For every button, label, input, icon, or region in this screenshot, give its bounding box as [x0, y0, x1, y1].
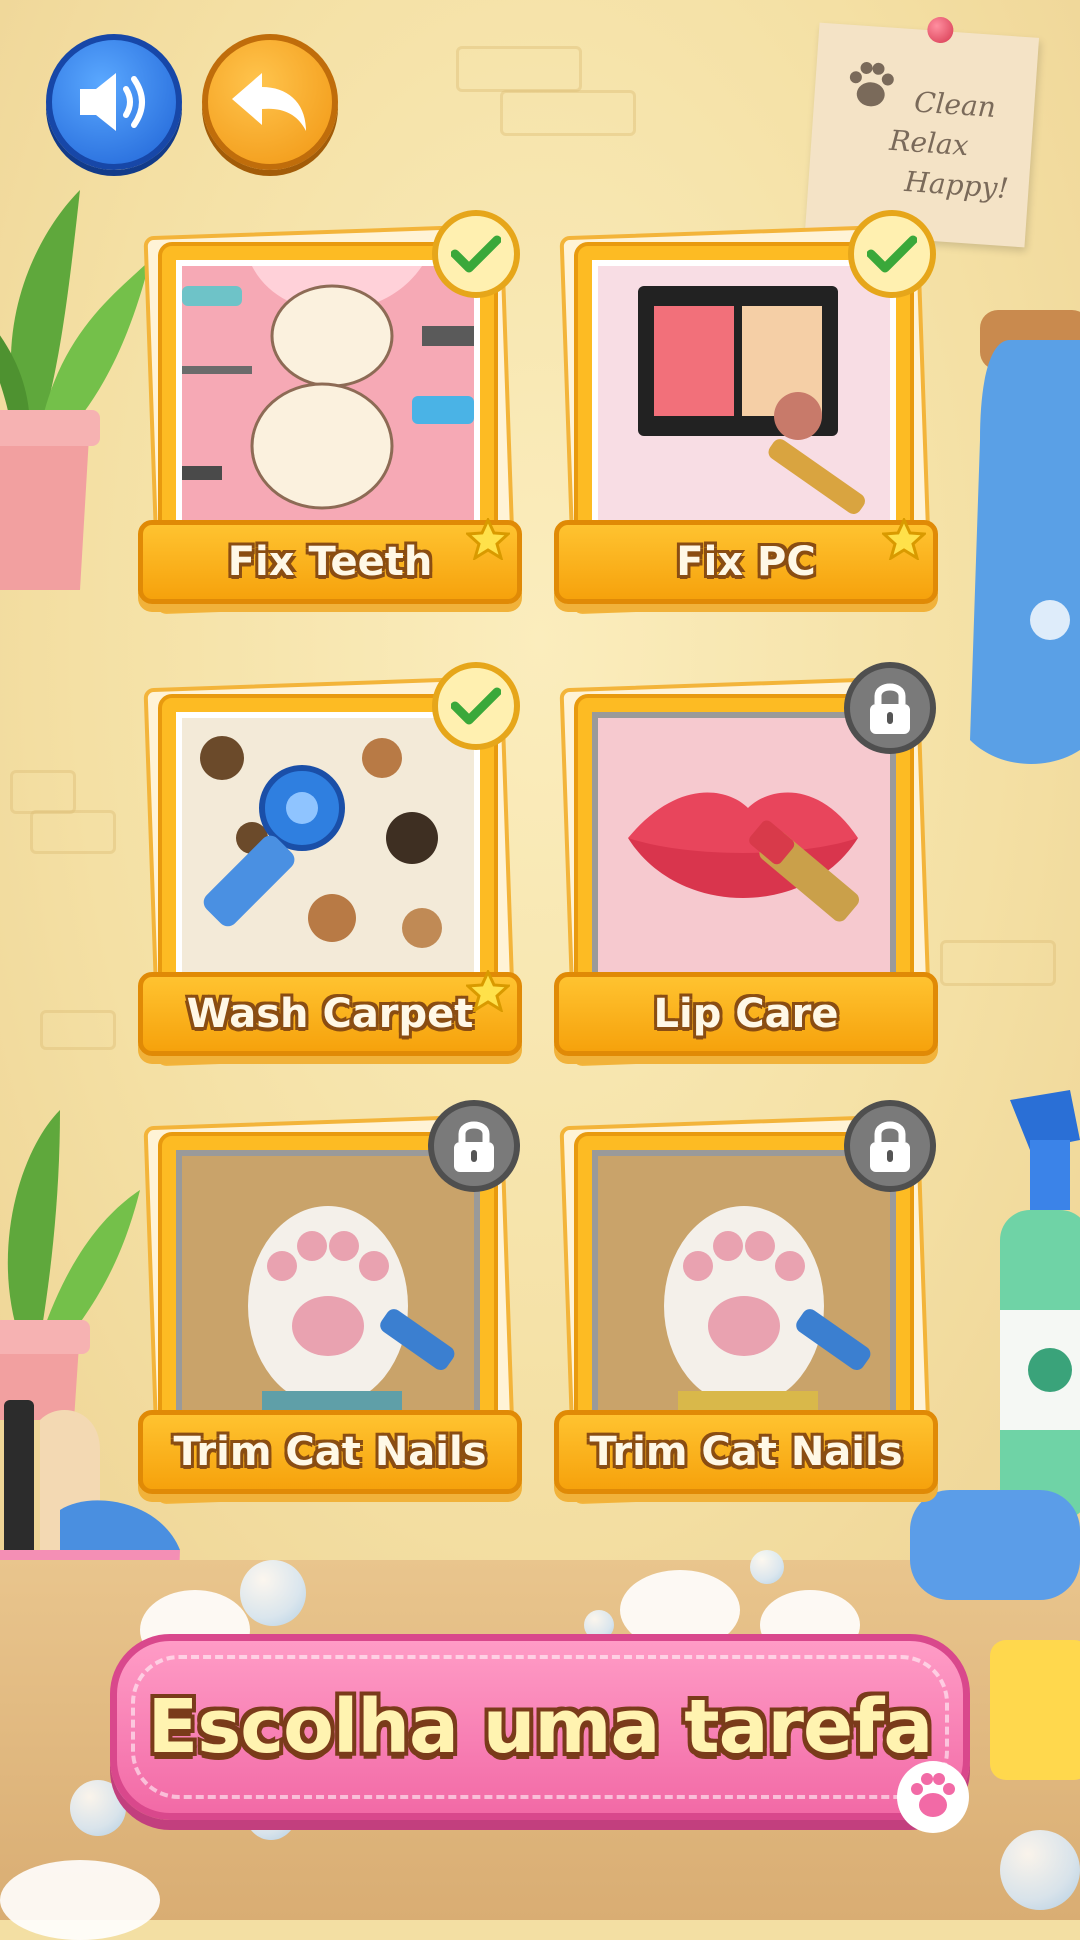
locked-padlock-icon — [428, 1100, 520, 1192]
task-label-banner: Lip Care — [554, 972, 938, 1056]
hanging-blue-towel — [970, 310, 1080, 764]
note-line-relax: Relax — [888, 123, 970, 163]
cat-paw-picture — [592, 1150, 896, 1422]
task-label: Lip Care — [653, 991, 839, 1037]
star-icon — [882, 518, 926, 560]
task-card-fix-pc[interactable]: Fix PC — [554, 210, 938, 638]
note-line-clean: Clean — [913, 85, 997, 125]
task-card-wash-carpet[interactable]: Wash Carpet — [138, 662, 522, 1090]
star-icon — [466, 518, 510, 560]
task-card-lip-care[interactable]: Lip Care — [554, 662, 938, 1090]
locked-padlock-icon — [844, 662, 936, 754]
task-label-banner: Fix PC — [554, 520, 938, 604]
paw-print-icon — [849, 61, 894, 107]
task-card-trim-cat-nails[interactable]: Trim Cat Nails — [554, 1100, 938, 1528]
task-label-banner: Trim Cat Nails — [554, 1410, 938, 1494]
lipstick-picture — [592, 712, 896, 984]
task-label: Trim Cat Nails — [589, 1429, 903, 1475]
wall-brick — [500, 90, 636, 136]
completed-check-icon — [848, 210, 936, 298]
page-title: Escolha uma tarefa — [147, 1684, 934, 1770]
carpet-cleaning-picture — [176, 712, 480, 984]
foam-puff — [0, 1860, 160, 1940]
sponge — [990, 1640, 1080, 1780]
star-icon — [466, 970, 510, 1012]
choose-task-banner: Escolha uma tarefa — [110, 1634, 970, 1833]
wall-brick — [940, 940, 1056, 986]
wall-brick — [40, 1010, 116, 1050]
undo-arrow-icon — [232, 73, 306, 131]
wall-brick — [30, 810, 116, 854]
makeup-palette-picture — [592, 260, 896, 532]
sound-button[interactable] — [46, 34, 182, 170]
teeth-cleaning-picture — [176, 260, 480, 532]
task-label-banner: Fix Teeth — [138, 520, 522, 604]
soap-bubble — [1000, 1830, 1080, 1910]
speaker-icon — [80, 73, 145, 131]
spray-bottle — [1000, 1090, 1080, 1520]
task-label: Wash Carpet — [186, 991, 474, 1037]
potted-plant-top — [0, 190, 150, 590]
task-label: Fix PC — [676, 539, 816, 585]
task-label-banner: Trim Cat Nails — [138, 1410, 522, 1494]
task-label-banner: Wash Carpet — [138, 972, 522, 1056]
task-card-fix-teeth[interactable]: Fix Teeth — [138, 210, 522, 638]
wall-brick — [10, 770, 76, 814]
task-card-trim-cat-nails[interactable]: Trim Cat Nails — [138, 1100, 522, 1528]
push-pin-icon — [926, 16, 955, 44]
paw-print-icon — [897, 1761, 969, 1833]
task-label: Fix Teeth — [227, 539, 433, 585]
back-button[interactable] — [202, 34, 338, 170]
potted-plant-bottom — [0, 1110, 140, 1420]
note-line-happy: Happy! — [903, 164, 1010, 206]
completed-check-icon — [432, 662, 520, 750]
locked-padlock-icon — [844, 1100, 936, 1192]
task-label: Trim Cat Nails — [173, 1429, 487, 1475]
soap-bubble — [750, 1550, 784, 1584]
sticky-note: Clean Relax Happy! — [804, 16, 1040, 248]
cat-paw-picture — [176, 1150, 480, 1422]
wall-brick — [456, 46, 582, 92]
completed-check-icon — [432, 210, 520, 298]
soap-bubble — [240, 1560, 306, 1626]
